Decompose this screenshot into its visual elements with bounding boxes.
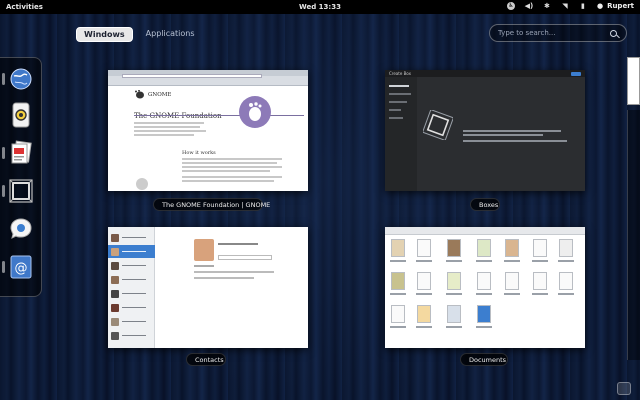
boxes-window-title: Create Box [389,71,411,76]
volume-icon[interactable]: ◀) [525,2,534,10]
user-icon: ● [596,2,604,10]
gnome-foot-icon [135,90,144,99]
section-title: How it works [182,150,216,156]
search-entry[interactable] [489,24,627,42]
network-icon[interactable]: ◥ [561,2,569,10]
applications-tab[interactable]: Applications [139,27,202,42]
user-name: Rupert [607,2,634,10]
search-input[interactable] [498,29,610,37]
top-panel: Activities Wed 13:33 ♿ ◀) ✱ ◥ ▮ ● Rupert [0,0,640,14]
windows-tab[interactable]: Windows [76,27,133,42]
decorative-circle [136,178,148,190]
window-caption-contacts: Contacts [186,353,226,366]
window-caption-boxes: Boxes [470,198,500,211]
svg-text:@: @ [15,261,28,276]
contact-photo [194,239,214,261]
window-caption-documents: Documents [460,353,508,366]
window-thumbnail-documents[interactable] [385,227,585,348]
documents-header [385,227,585,235]
boxes-sidebar [385,77,417,191]
window-thumbnail-contacts[interactable] [108,227,308,348]
battery-icon[interactable]: ▮ [579,2,587,10]
page-heading: The GNOME Foundation [134,112,222,120]
contacts-list [108,227,155,348]
window-thumbnail-boxes[interactable]: Create Box [385,70,585,191]
workspace-switcher-icon[interactable] [617,382,631,395]
address-bar [122,74,262,78]
documents-icon[interactable] [2,138,36,168]
contacts-icon[interactable]: @ [2,252,36,282]
boxes-continue-button [571,71,581,76]
gnome-logo-text: GNOME [148,92,172,98]
search-icon [610,29,617,37]
window-caption-web: The GNOME Foundation | GNOME [153,198,270,211]
bluetooth-icon[interactable]: ✱ [543,2,551,10]
empathy-chat-icon[interactable] [6,214,36,244]
dash: @ [0,57,42,297]
window-thumbnail-web[interactable]: GNOME The GNOME Foundation How it works [108,70,308,191]
gnome-foundation-logo [239,96,271,128]
web-browser-icon[interactable] [2,64,36,94]
heading-rule [134,115,304,116]
workspace-thumbnail-empty[interactable] [627,110,640,360]
boxes-titlebar [385,70,585,77]
boxes-cube-icon [423,110,453,140]
workspace-thumbnail-current[interactable] [627,57,640,105]
boxes-icon[interactable] [2,176,36,206]
status-tray: ♿ ◀) ✱ ◥ ▮ ● Rupert [506,2,634,10]
view-selector: Windows Applications [76,27,202,42]
accessibility-icon[interactable]: ♿ [506,2,515,10]
gnome-tweak-tool-icon[interactable] [6,100,36,130]
user-menu[interactable]: ● Rupert [597,2,634,10]
